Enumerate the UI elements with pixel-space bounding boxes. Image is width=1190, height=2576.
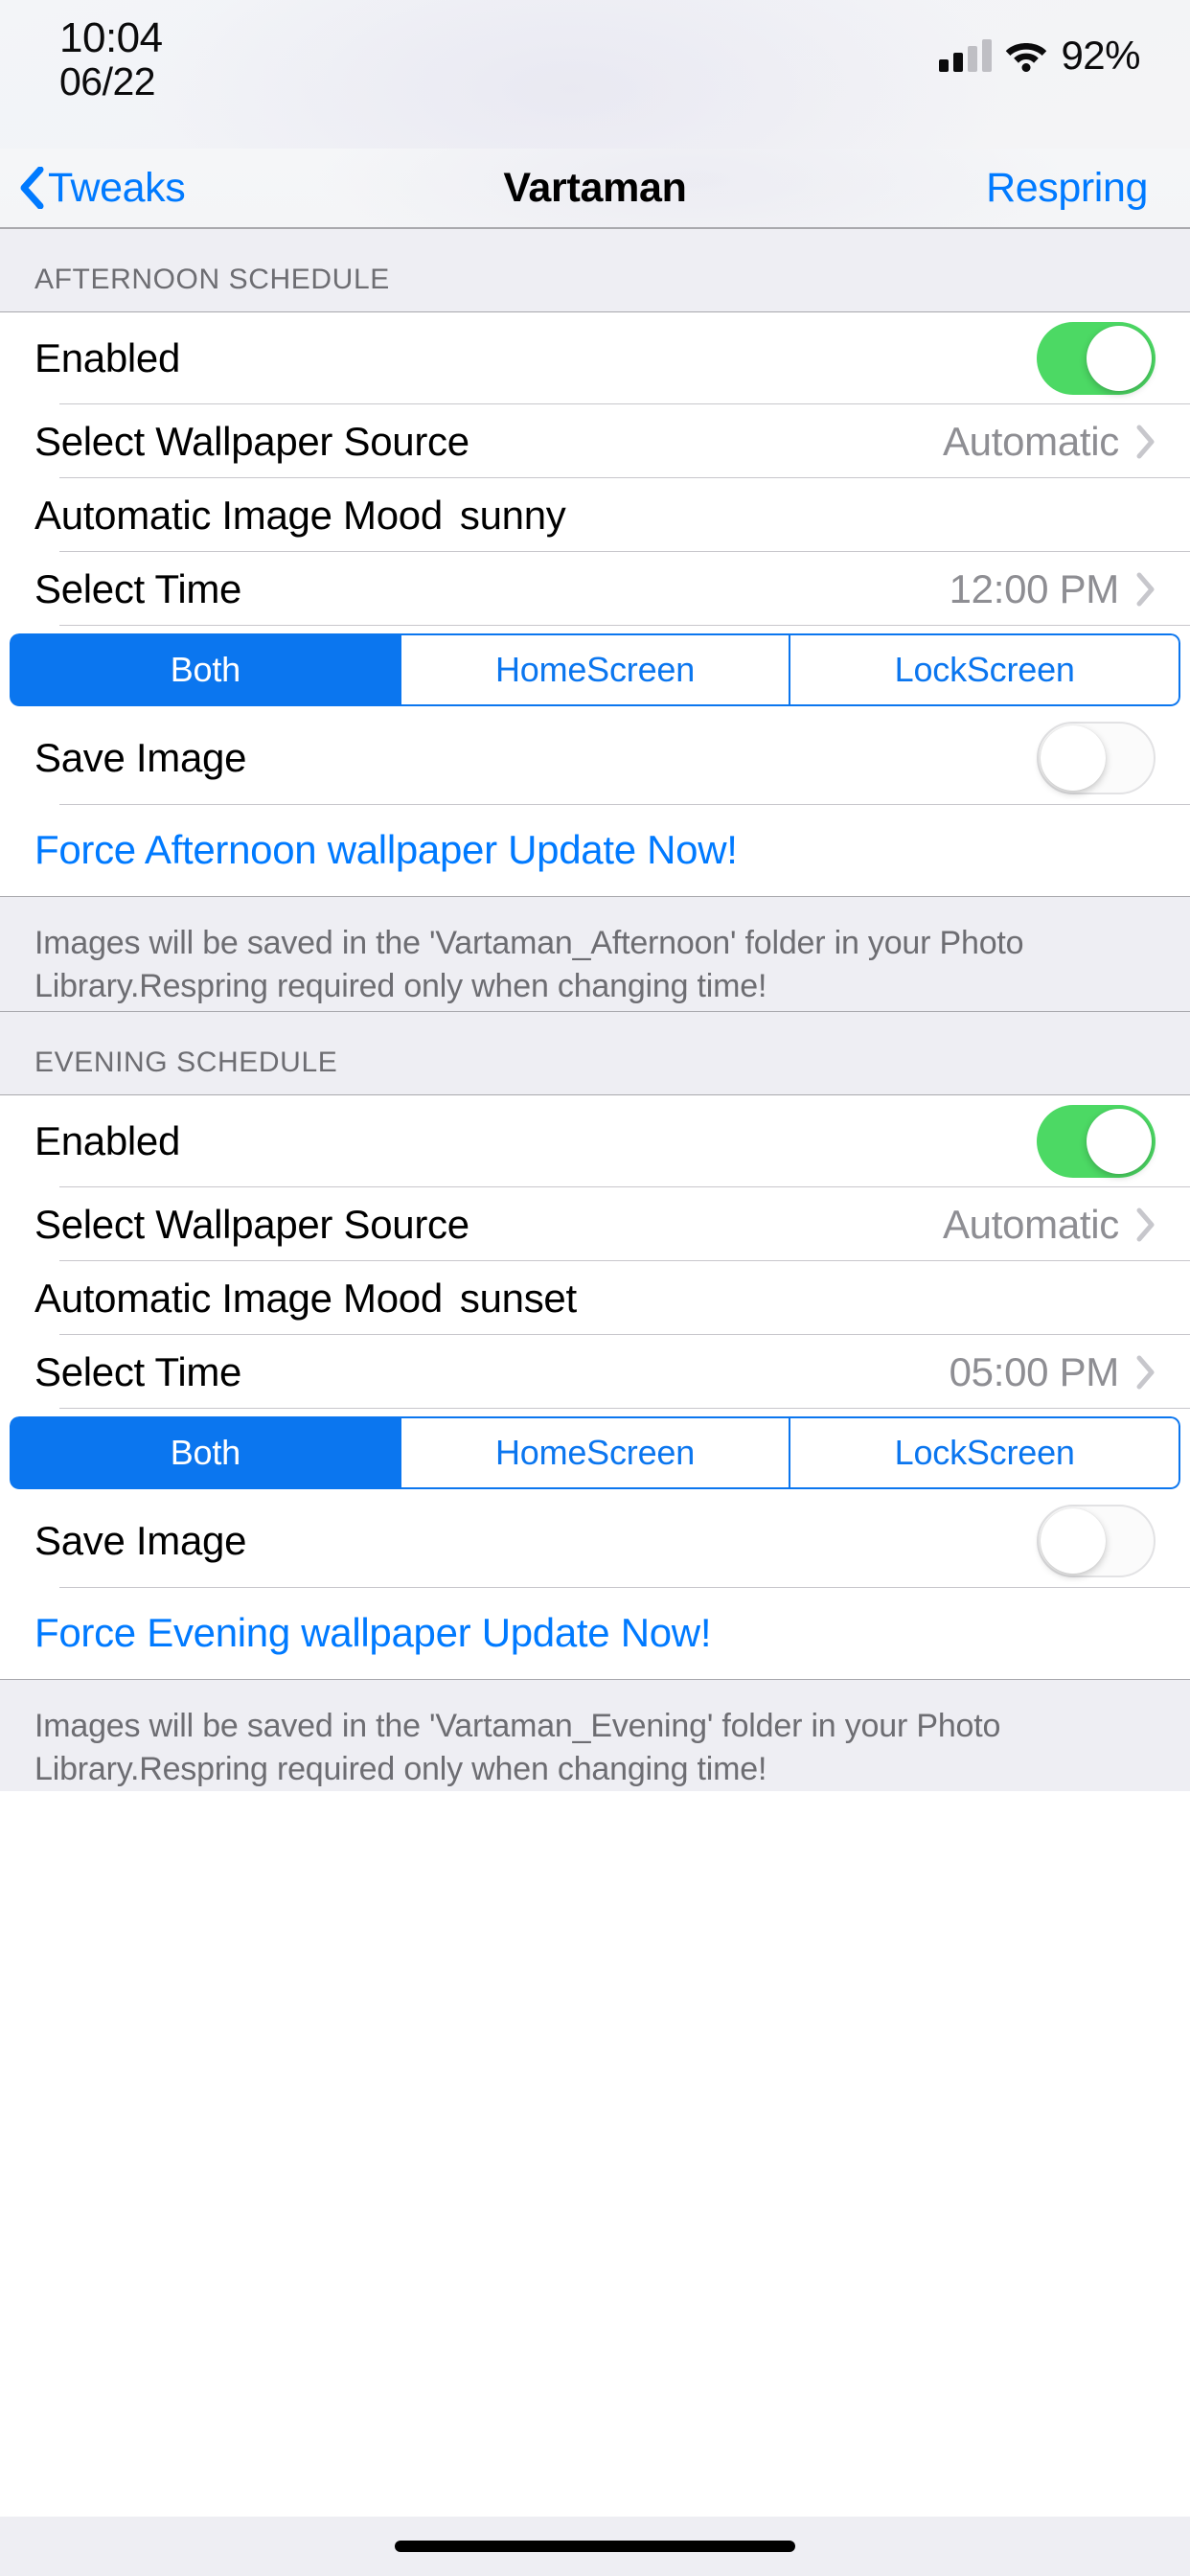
home-indicator-area [0,2517,1190,2576]
chevron-right-icon [1136,572,1156,607]
row-save-image-afternoon[interactable]: Save Image [0,712,1190,804]
row-select-time-evening[interactable]: Select Time 05:00 PM [0,1335,1190,1409]
row-image-mood-evening[interactable]: Automatic Image Mood sunset [0,1261,1190,1335]
row-value: sunset [459,1275,577,1321]
row-label: Select Time [34,565,242,611]
navigation-bar: Tweaks Vartaman Respring [0,149,1190,228]
wifi-icon [1005,39,1047,72]
chevron-left-icon [19,167,44,209]
section-header-evening: EVENING SCHEDULE [0,1011,1190,1095]
section-header-afternoon: AFTERNOON SCHEDULE [0,228,1190,312]
segment-both-evening[interactable]: Both [10,1416,400,1489]
row-value: 05:00 PM [949,1348,1120,1394]
battery-percentage: 92% [1061,33,1140,78]
settings-list: AFTERNOON SCHEDULE Enabled Select Wallpa… [0,228,1190,2576]
row-label: Save Image [34,1518,247,1563]
back-button-label: Tweaks [48,164,186,211]
status-bar-clock-group: 10:04 06/22 [59,14,163,104]
screen-target-segmented-control-afternoon: Both HomeScreen LockScreen [0,626,1190,712]
section-header-label: EVENING SCHEDULE [34,1046,338,1078]
home-indicator[interactable] [395,2541,795,2552]
row-label: Enabled [34,1118,181,1163]
save-image-toggle-evening[interactable] [1037,1505,1156,1577]
segment-lockscreen-afternoon[interactable]: LockScreen [790,633,1180,706]
row-save-image-evening[interactable]: Save Image [0,1495,1190,1587]
force-update-evening-button[interactable]: Force Evening wallpaper Update Now! [0,1587,1190,1679]
enabled-toggle-afternoon[interactable] [1037,322,1156,395]
footer-evening: Images will be saved in the 'Vartaman_Ev… [0,1679,1190,1791]
row-label: Enabled [34,335,181,380]
row-enabled-evening[interactable]: Enabled [0,1095,1190,1187]
row-label: Select Wallpaper Source [34,418,469,464]
segment-lockscreen-evening[interactable]: LockScreen [790,1416,1180,1489]
section-header-label: AFTERNOON SCHEDULE [34,264,390,295]
respring-button[interactable]: Respring [986,165,1148,212]
status-bar-indicators: 92% [939,33,1140,79]
row-label: Save Image [34,735,247,780]
footer-text: Images will be saved in the 'Vartaman_Ev… [34,1708,1001,1787]
segment-both-afternoon[interactable]: Both [10,633,400,706]
row-image-mood-afternoon[interactable]: Automatic Image Mood sunny [0,478,1190,552]
footer-afternoon: Images will be saved in the 'Vartaman_Af… [0,896,1190,1011]
row-wallpaper-source-evening[interactable]: Select Wallpaper Source Automatic [0,1187,1190,1261]
row-label: Select Wallpaper Source [34,1201,469,1247]
status-bar-date: 06/22 [59,58,156,104]
row-wallpaper-source-afternoon[interactable]: Select Wallpaper Source Automatic [0,404,1190,478]
screen-target-segmented-control-evening: Both HomeScreen LockScreen [0,1409,1190,1495]
force-update-label: Force Afternoon wallpaper Update Now! [34,827,738,872]
row-value: 12:00 PM [949,565,1120,611]
force-update-afternoon-button[interactable]: Force Afternoon wallpaper Update Now! [0,804,1190,896]
segment-homescreen-afternoon[interactable]: HomeScreen [400,633,790,706]
chevron-right-icon [1136,425,1156,459]
row-enabled-afternoon[interactable]: Enabled [0,312,1190,404]
save-image-toggle-afternoon[interactable] [1037,722,1156,794]
row-value: Automatic [942,1201,1119,1247]
status-bar: 10:04 06/22 92% [0,0,1190,149]
footer-text: Images will be saved in the 'Vartaman_Af… [34,925,1024,1004]
row-value: Automatic [942,418,1119,464]
status-bar-time: 10:04 [59,14,163,61]
row-label: Automatic Image Mood [34,1275,443,1321]
cellular-signal-icon [939,39,993,72]
force-update-label: Force Evening wallpaper Update Now! [34,1610,712,1655]
row-value: sunny [459,492,566,538]
enabled-toggle-evening[interactable] [1037,1105,1156,1178]
phone-screen: 10:04 06/22 92% Tweaks Vartaman Respring… [0,0,1190,2576]
row-select-time-afternoon[interactable]: Select Time 12:00 PM [0,552,1190,626]
row-label: Automatic Image Mood [34,492,443,538]
back-button[interactable]: Tweaks [19,164,186,212]
chevron-right-icon [1136,1355,1156,1390]
segment-homescreen-evening[interactable]: HomeScreen [400,1416,790,1489]
row-label: Select Time [34,1348,242,1394]
chevron-right-icon [1136,1208,1156,1242]
